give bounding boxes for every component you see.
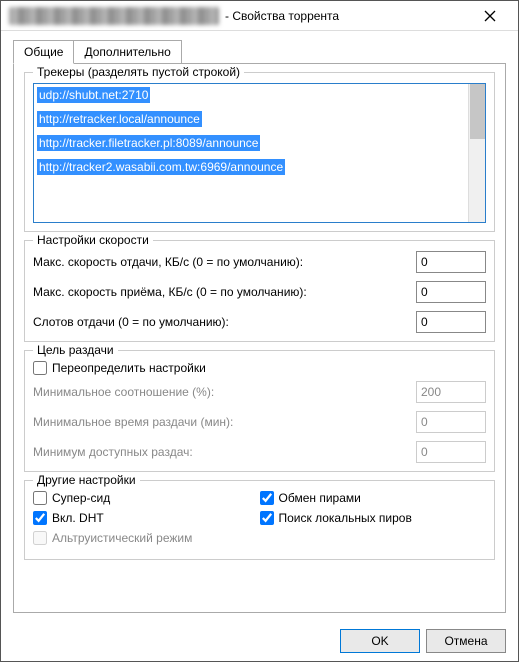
ratio-label: Минимальное соотношение (%):	[33, 385, 416, 399]
dht-label: Вкл. DHT	[52, 511, 104, 525]
dialog-content: Общие Дополнительно Трекеры (разделять п…	[1, 31, 518, 621]
pex-label: Обмен пирами	[279, 491, 361, 505]
tracker-url: http://tracker2.wasabii.com.tw:6969/anno…	[37, 159, 285, 175]
override-checkbox[interactable]	[33, 361, 47, 375]
seed-time-input	[416, 411, 486, 433]
upload-speed-label: Макс. скорость отдачи, КБ/с (0 = по умол…	[33, 255, 416, 269]
seeding-title: Цель раздачи	[33, 343, 118, 357]
upload-slots-input[interactable]	[416, 311, 486, 333]
tabs: Общие Дополнительно	[13, 39, 506, 63]
torrent-properties-dialog: - Свойства торрента Общие Дополнительно …	[0, 0, 519, 662]
trackers-title: Трекеры (разделять пустой строкой)	[33, 65, 244, 79]
dialog-footer: OK Отмена	[1, 621, 518, 661]
titlebar: - Свойства торрента	[1, 1, 518, 31]
seeding-group: Цель раздачи Переопределить настройки Ми…	[24, 350, 495, 472]
upload-slots-label: Слотов отдачи (0 = по умолчанию):	[33, 315, 416, 329]
trackers-textarea[interactable]: udp://shubt.net:2710 http://retracker.lo…	[33, 83, 486, 223]
altruistic-checkbox	[33, 531, 47, 545]
titlebar-blurred-name	[9, 7, 219, 25]
superseed-label: Супер-сид	[52, 491, 110, 505]
close-button[interactable]	[470, 1, 510, 31]
download-speed-input[interactable]	[416, 281, 486, 303]
close-icon	[484, 10, 496, 22]
lsd-label: Поиск локальных пиров	[279, 511, 412, 525]
speed-title: Настройки скорости	[33, 233, 153, 247]
tracker-url: udp://shubt.net:2710	[37, 87, 150, 103]
tab-advanced[interactable]: Дополнительно	[73, 40, 181, 64]
titlebar-suffix: - Свойства торрента	[225, 9, 339, 23]
ok-button[interactable]: OK	[340, 629, 420, 653]
min-avail-input	[416, 441, 486, 463]
ratio-input	[416, 381, 486, 403]
seed-time-label: Минимальное время раздачи (мин):	[33, 415, 416, 429]
other-group: Другие настройки Супер-сид Вкл. DHT	[24, 480, 495, 560]
upload-speed-input[interactable]	[416, 251, 486, 273]
cancel-button[interactable]: Отмена	[426, 629, 506, 653]
min-avail-label: Минимум доступных раздач:	[33, 445, 416, 459]
tab-general[interactable]: Общие	[13, 40, 74, 64]
speed-group: Настройки скорости Макс. скорость отдачи…	[24, 240, 495, 342]
tracker-url: http://retracker.local/announce	[37, 111, 202, 127]
override-label: Переопределить настройки	[52, 361, 206, 375]
superseed-checkbox[interactable]	[33, 491, 47, 505]
lsd-checkbox[interactable]	[260, 511, 274, 525]
pex-checkbox[interactable]	[260, 491, 274, 505]
tab-panel-general: Трекеры (разделять пустой строкой) udp:/…	[13, 63, 506, 613]
scroll-thumb[interactable]	[470, 84, 485, 139]
other-title: Другие настройки	[33, 473, 140, 487]
tracker-url: http://tracker.filetracker.pl:8089/annou…	[37, 135, 260, 151]
altruistic-label: Альтруистический режим	[52, 531, 192, 545]
dht-checkbox[interactable]	[33, 511, 47, 525]
download-speed-label: Макс. скорость приёма, КБ/с (0 = по умол…	[33, 285, 416, 299]
trackers-text: udp://shubt.net:2710 http://retracker.lo…	[34, 84, 468, 222]
trackers-group: Трекеры (разделять пустой строкой) udp:/…	[24, 72, 495, 232]
scrollbar[interactable]	[468, 84, 485, 222]
